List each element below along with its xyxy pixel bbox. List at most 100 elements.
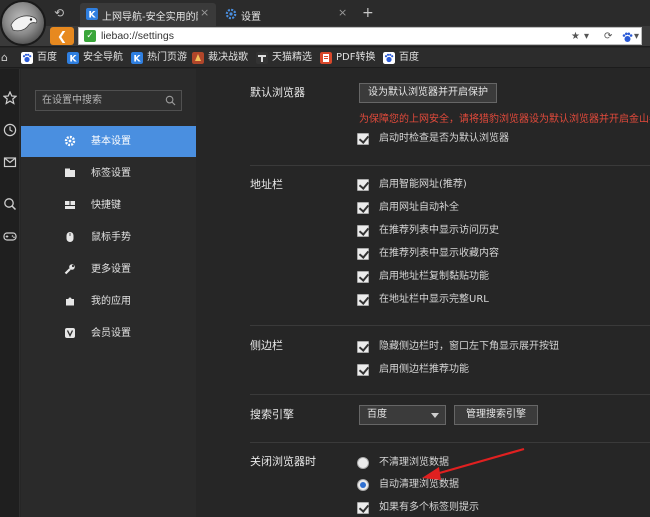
checkbox[interactable]	[357, 364, 369, 376]
nav-item-tab-settings[interactable]: 标签设置	[21, 158, 196, 189]
svg-text:K: K	[70, 55, 78, 65]
divider	[250, 442, 650, 443]
tab-bar: ⟲ K 上网导航-安全实用的网 × 设置 × +	[0, 0, 650, 26]
puzzle-icon	[66, 297, 74, 306]
settings-content: 默认浏览器 设为默认浏览器并开启保护 为保障您的上网安全，请将猎豹浏览器设为默认…	[196, 69, 650, 517]
close-icon[interactable]: ×	[200, 7, 210, 19]
nav-item-shortcuts[interactable]: 快捷键	[21, 190, 196, 221]
search-engine-selected: 百度	[367, 409, 387, 420]
mouse-icon	[66, 232, 74, 242]
checkbox[interactable]	[357, 133, 369, 145]
tmall-icon	[256, 52, 268, 64]
radio-label: 自动清理浏览数据	[379, 479, 459, 490]
section-title-search-engine: 搜索引擎	[250, 408, 294, 421]
checkbox-label: 启动时检查是否为默认浏览器	[379, 133, 509, 144]
divider	[250, 325, 650, 326]
bookmark-label: 天猫精选	[272, 52, 312, 63]
address-bar[interactable]: ✓ liebao://settings ★ ▾ ⟳ ▾	[78, 27, 642, 45]
gamepad-icon[interactable]	[3, 229, 17, 243]
checkbox[interactable]	[357, 341, 369, 353]
tab-settings[interactable]: 设置 ×	[219, 3, 354, 26]
radio-button[interactable]	[357, 479, 369, 491]
star-icon[interactable]	[3, 91, 17, 105]
url-text[interactable]: liebao://settings	[101, 30, 174, 43]
checkbox[interactable]	[357, 225, 369, 237]
checkbox-label: 在推荐列表中显示访问历史	[379, 225, 499, 236]
checkbox[interactable]	[357, 248, 369, 260]
checkbox[interactable]	[357, 502, 369, 514]
chevron-down-icon[interactable]: ▾	[584, 30, 589, 43]
k-shield-icon: K	[67, 52, 79, 64]
divider	[250, 165, 650, 166]
nav-item-mouse-gesture[interactable]: 鼠标手势	[21, 222, 196, 253]
checkbox-label: 如果有多个标签则提示	[379, 502, 479, 513]
star-icon[interactable]: ★	[571, 30, 580, 43]
nav-item-label: 标签设置	[91, 168, 131, 179]
refresh-icon[interactable]: ⟳	[604, 30, 612, 43]
section-title-on-close: 关闭浏览器时	[250, 455, 316, 468]
bookmark-label: 百度	[37, 52, 57, 63]
settings-search-input[interactable]	[42, 94, 162, 107]
nav-item-label: 我的应用	[91, 296, 131, 307]
radio-button[interactable]	[357, 457, 369, 469]
bookmark-label: 百度	[399, 52, 419, 63]
checkbox-label: 启用地址栏复制黏贴功能	[379, 271, 489, 282]
chevron-down-icon	[431, 413, 439, 418]
bookmark-label: PDF转换	[336, 52, 376, 63]
tab-icon	[65, 168, 75, 177]
nav-item-label: 会员设置	[91, 328, 131, 339]
nav-item-more-settings[interactable]: 更多设置	[21, 254, 196, 285]
close-icon[interactable]: ×	[338, 7, 348, 19]
navigation-bar: ❮ ✓ liebao://settings ★ ▾ ⟳ ▾	[0, 26, 650, 47]
manage-search-engines-button[interactable]: 管理搜索引擎	[454, 405, 538, 425]
set-default-browser-button[interactable]: 设为默认浏览器并开启保护	[359, 83, 497, 103]
chevron-down-icon[interactable]: ▾	[634, 30, 639, 43]
nav-item-label: 鼠标手势	[91, 232, 131, 243]
tab-title: 上网导航-安全实用的网	[102, 12, 198, 21]
baidu-paw-icon[interactable]	[622, 31, 633, 44]
tab-title: 设置	[241, 12, 261, 21]
bookmark-label: 热门页游	[147, 52, 187, 63]
checkbox[interactable]	[357, 294, 369, 306]
search-icon[interactable]	[165, 95, 176, 106]
search-engine-select[interactable]: 百度	[359, 405, 446, 425]
secure-check-icon: ✓	[84, 30, 96, 42]
checkbox-label: 启用网址自动补全	[379, 202, 459, 213]
wrench-icon	[64, 264, 75, 275]
bookmarks-bar: ⌂ 百度 K 安全导航 K 热门页游 裁决战歌 天猫精选 PDF转换 百度	[0, 48, 650, 68]
nav-item-vip-settings[interactable]: 会员设置	[21, 318, 196, 349]
section-title-address-bar: 地址栏	[250, 178, 283, 191]
section-title-sidebar: 侧边栏	[250, 339, 283, 352]
search-icon[interactable]	[3, 197, 17, 211]
checkbox-label: 在地址栏中显示完整URL	[379, 294, 489, 305]
game-icon	[192, 52, 204, 64]
settings-search-box[interactable]	[35, 90, 182, 111]
mail-icon[interactable]	[3, 155, 17, 169]
back-button[interactable]: ❮	[50, 27, 74, 45]
home-icon[interactable]: ⌂	[1, 51, 13, 65]
checkbox[interactable]	[357, 271, 369, 283]
nav-item-my-apps[interactable]: 我的应用	[21, 286, 196, 317]
tab-navigation[interactable]: K 上网导航-安全实用的网 ×	[80, 3, 216, 26]
nav-item-label: 基本设置	[91, 136, 131, 147]
checkbox[interactable]	[357, 179, 369, 191]
new-tab-button[interactable]: +	[362, 6, 374, 20]
default-browser-warning: 为保障您的上网安全，请将猎豹浏览器设为默认浏览器并开启金山毒霸	[359, 114, 650, 125]
checkbox-label: 隐藏侧边栏时，窗口左下角显示展开按钮	[379, 341, 559, 352]
checkbox[interactable]	[357, 202, 369, 214]
baidu-paw-icon	[21, 52, 33, 64]
gear-icon	[64, 135, 76, 147]
checkbox-label: 在推荐列表中显示收藏内容	[379, 248, 499, 259]
svg-text:K: K	[134, 55, 142, 65]
k-shield-icon: K	[131, 52, 143, 64]
clock-icon[interactable]	[3, 123, 17, 137]
divider	[250, 394, 650, 395]
vip-icon	[65, 328, 75, 338]
checkbox-label: 启用侧边栏推荐功能	[379, 364, 469, 375]
bookmark-label: 安全导航	[83, 52, 123, 63]
keyboard-icon	[65, 201, 75, 209]
nav-item-basic-settings[interactable]: 基本设置	[21, 126, 196, 157]
history-back-icon[interactable]: ⟲	[54, 6, 68, 20]
liebao-logo[interactable]	[0, 0, 46, 46]
k-shield-icon: K	[86, 8, 98, 20]
